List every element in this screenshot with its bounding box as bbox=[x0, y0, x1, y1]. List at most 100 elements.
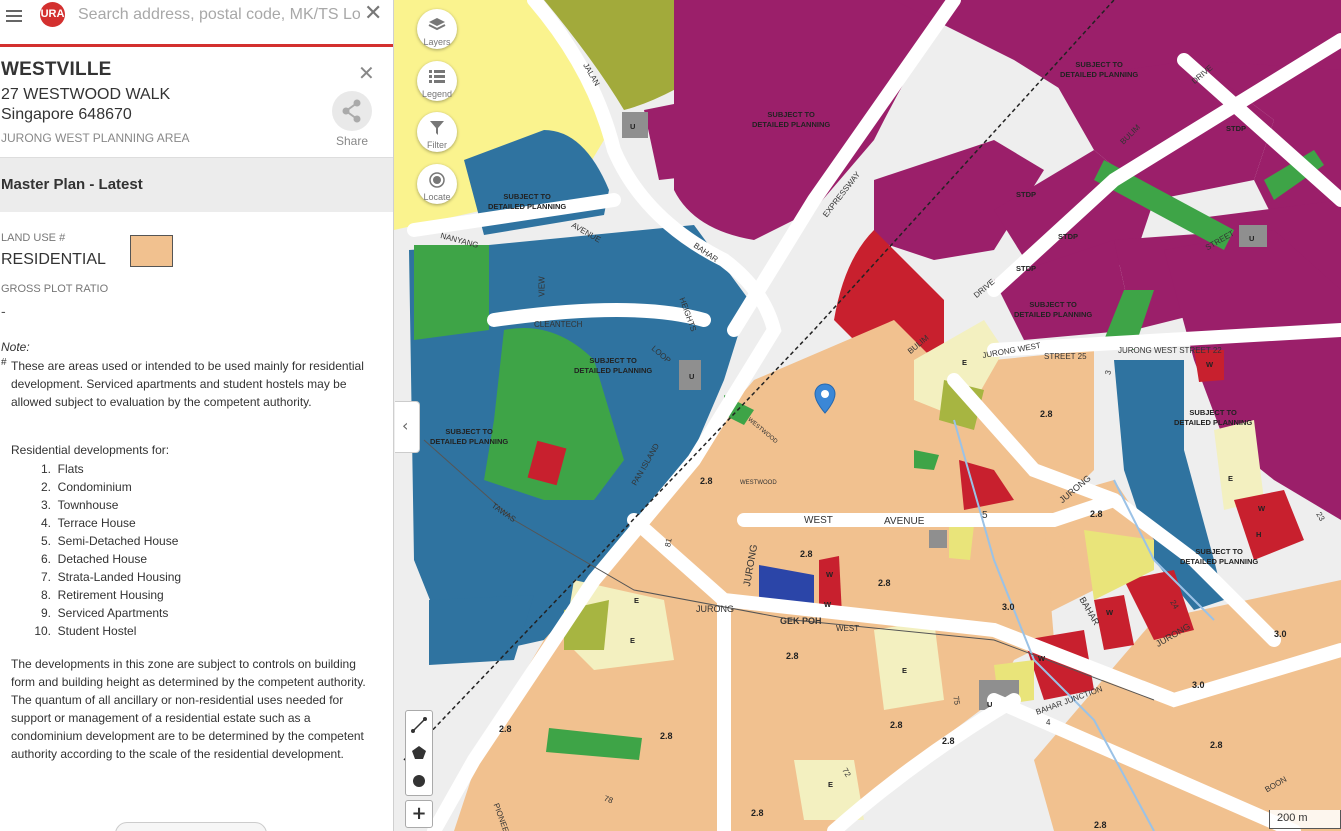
land-use-label: LAND USE # bbox=[1, 232, 66, 244]
legend-icon bbox=[429, 70, 445, 83]
place-address: 27 WESTWOOD WALK bbox=[1, 86, 171, 103]
note-mark: # bbox=[1, 357, 7, 368]
zone-label-stdp: STDP bbox=[1058, 232, 1079, 241]
filter-button[interactable]: Filter bbox=[417, 112, 457, 152]
plot-ratio: 3.0 bbox=[1274, 629, 1287, 639]
list-item: 8. Retirement Housing bbox=[40, 588, 164, 602]
zone-label-u: U bbox=[630, 122, 636, 131]
share-label: Share bbox=[335, 134, 369, 148]
road-label: STREET 25 bbox=[1044, 352, 1087, 361]
list-item: 9. Serviced Apartments bbox=[40, 606, 169, 620]
zone-label-e: E bbox=[902, 666, 908, 675]
polygon-icon bbox=[412, 746, 426, 759]
zone-label-e: E bbox=[630, 636, 636, 645]
zoom-in-button[interactable]: + bbox=[405, 800, 433, 828]
plot-ratio: 2.8 bbox=[890, 720, 903, 730]
road-label: JURONG bbox=[696, 604, 734, 614]
zone-label-w: W bbox=[1206, 360, 1214, 369]
road-label: WEST bbox=[804, 515, 833, 526]
master-plan-header[interactable]: Master Plan - Latest bbox=[0, 157, 393, 212]
zone-label-stdp: STDP bbox=[1226, 124, 1247, 133]
road-label: AVENUE bbox=[884, 516, 925, 527]
legend-button[interactable]: Legend bbox=[417, 61, 457, 101]
master-plan-title: Master Plan - Latest bbox=[1, 176, 143, 193]
list-item: 10. Student Hostel bbox=[34, 624, 137, 638]
draw-polygon-button[interactable] bbox=[406, 739, 432, 767]
road-label: 75 bbox=[951, 695, 962, 706]
plot-ratio: 2.8 bbox=[499, 724, 512, 734]
land-use-details: LAND USE # RESIDENTIAL GROSS PLOT RATIO … bbox=[0, 211, 393, 831]
road-label: WEST bbox=[836, 624, 860, 633]
plot-ratio: 2.8 bbox=[800, 549, 813, 559]
note-label: Note: bbox=[1, 340, 30, 354]
zone-label-e: E bbox=[634, 596, 640, 605]
land-use-value: RESIDENTIAL bbox=[1, 251, 106, 268]
plot-ratio: 2.8 bbox=[1210, 740, 1223, 750]
plot-ratio: 2.8 bbox=[1040, 409, 1053, 419]
zone-label-sdp: SUBJECT TO DETAILED PLANNING bbox=[574, 356, 653, 375]
zone-label-sdp: SUBJECT TO DETAILED PLANNING bbox=[752, 110, 831, 129]
locate-icon bbox=[429, 172, 445, 188]
legend-label: Legend bbox=[421, 89, 453, 99]
list-item: 2. Condominium bbox=[40, 480, 132, 494]
share-button[interactable] bbox=[332, 91, 372, 131]
zone-label-u: U bbox=[689, 372, 695, 381]
road-label: 5 bbox=[982, 510, 988, 521]
map-view[interactable]: SUBJECT TO DETAILED PLANNING SUBJECT TO DE… bbox=[394, 0, 1341, 831]
road-label: 81 bbox=[663, 537, 674, 548]
zone-label-sdp: SUBJECT TO DETAILED PLANNING bbox=[1060, 60, 1139, 79]
close-icon[interactable]: ✕ bbox=[364, 1, 382, 26]
location-pin-icon[interactable] bbox=[814, 383, 836, 423]
line-icon bbox=[411, 717, 427, 733]
plot-ratio: 2.8 bbox=[1094, 820, 1107, 830]
search-input[interactable] bbox=[78, 3, 360, 27]
draw-line-button[interactable] bbox=[406, 711, 432, 739]
map-scale: 200 m bbox=[1269, 810, 1341, 829]
locate-button[interactable]: Locate bbox=[417, 164, 457, 204]
plot-ratio: 2.8 bbox=[751, 808, 764, 818]
zone-label-w: W bbox=[1038, 654, 1046, 663]
gross-plot-ratio-label: GROSS PLOT RATIO bbox=[1, 283, 109, 295]
zone-label-stdp: STDP bbox=[1016, 264, 1037, 273]
list-item: 3. Townhouse bbox=[40, 498, 119, 512]
list-item: 4. Terrace House bbox=[40, 516, 136, 530]
list-item: 1. Flats bbox=[40, 462, 84, 476]
layers-icon bbox=[428, 18, 446, 31]
chevron-left-icon: ‹ bbox=[402, 416, 409, 435]
scale-label: 200 m bbox=[1277, 812, 1308, 824]
info-panel: URA ✕ WESTVILLE 27 WESTWOOD WALK Singapo… bbox=[0, 0, 394, 831]
zone-label-w: W bbox=[826, 570, 834, 579]
zone-label-sdp: SUBJECT TO DETAILED PLANNING bbox=[1180, 547, 1259, 566]
plot-ratio: 2.8 bbox=[660, 731, 673, 741]
planning-area: JURONG WEST PLANNING AREA bbox=[1, 131, 190, 145]
search-bar: URA ✕ bbox=[0, 0, 393, 47]
plot-ratio: 3.0 bbox=[1192, 680, 1205, 690]
developments-list: 1. Flats 2. Condominium 3. Townhouse 4. … bbox=[11, 460, 181, 640]
collapse-panel-button[interactable]: ‹ bbox=[395, 401, 420, 453]
road-label: VIEW bbox=[537, 276, 547, 297]
list-item: 5. Semi-Detached House bbox=[40, 534, 179, 548]
plot-ratio: 2.8 bbox=[1090, 509, 1103, 519]
close-panel-icon[interactable]: ✕ bbox=[358, 61, 375, 85]
road-label: GEK POH bbox=[780, 616, 822, 626]
zone-label-sdp: SUBJECT TO DETAILED PLANNING bbox=[1174, 408, 1253, 427]
road-label: WESTWOOD bbox=[740, 480, 777, 486]
draw-circle-button[interactable] bbox=[406, 767, 432, 795]
panel-bottom-button[interactable] bbox=[115, 822, 267, 831]
land-use-swatch bbox=[130, 235, 173, 267]
ura-logo[interactable]: URA bbox=[40, 2, 65, 27]
zone-label-u: U bbox=[987, 700, 993, 709]
plot-ratio: 2.8 bbox=[786, 651, 799, 661]
hamburger-icon[interactable] bbox=[6, 8, 22, 24]
road-label: CLEANTECH bbox=[534, 320, 583, 329]
zone-label-h: H bbox=[1256, 530, 1262, 539]
filter-label: Filter bbox=[427, 140, 447, 150]
zone-label-u: U bbox=[1249, 234, 1255, 243]
draw-toolbar bbox=[405, 710, 433, 796]
gross-plot-ratio-value: - bbox=[1, 303, 6, 319]
zone-label-stdp: STDP bbox=[1016, 190, 1037, 199]
road-label: 4 bbox=[1046, 718, 1051, 727]
plot-ratio: 2.8 bbox=[878, 578, 891, 588]
note-text: These are areas used or intended to be u… bbox=[11, 359, 364, 409]
layers-button[interactable]: Layers bbox=[417, 9, 457, 49]
